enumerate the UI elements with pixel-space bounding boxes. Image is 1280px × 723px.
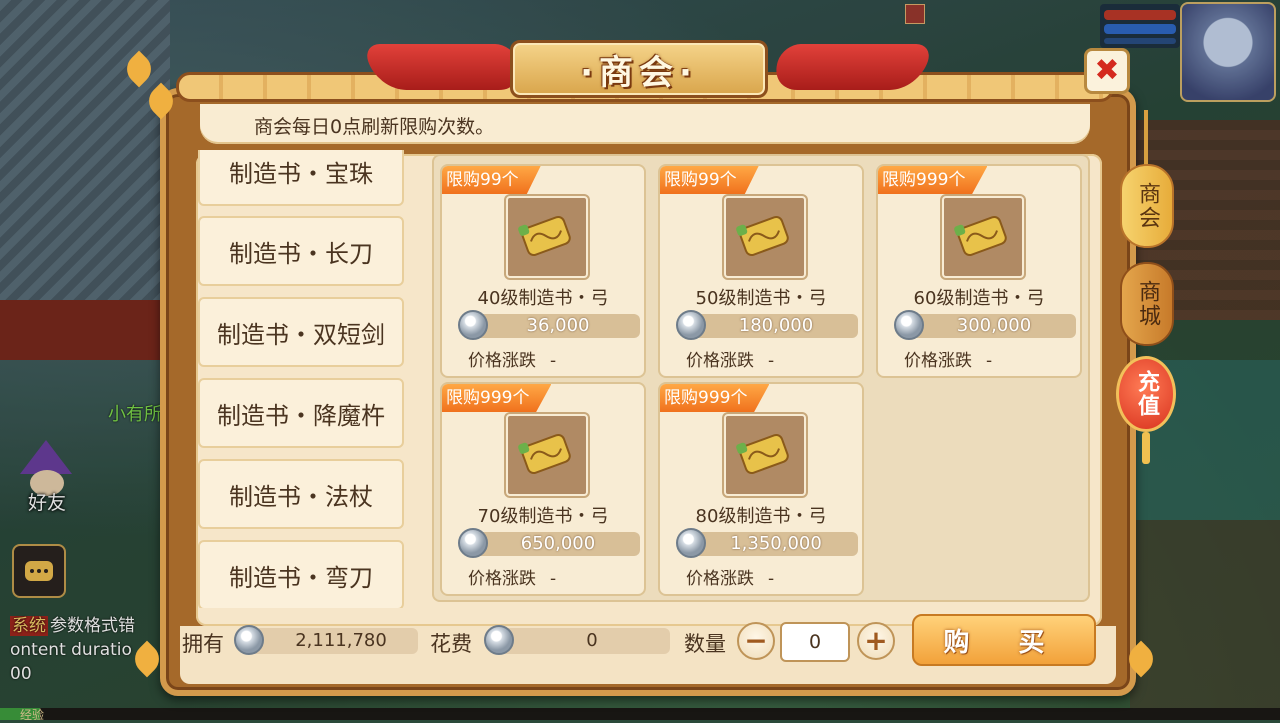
scroll-icon (954, 216, 1007, 256)
silver-coin-icon (458, 528, 488, 558)
item-price: 650,000 (520, 533, 596, 554)
increase-quantity-button[interactable]: + (857, 622, 895, 660)
shop-title-plaque: ·商会· (510, 40, 768, 98)
buy-button[interactable]: 购 买 (912, 614, 1096, 666)
category-item[interactable]: 制造书・长刀 (198, 216, 404, 286)
scroll-icon (736, 434, 789, 474)
goods-item[interactable]: 限购99个 40级制造书・弓 36,000 价格涨跌 - (440, 164, 646, 378)
goods-item[interactable]: 限购999个 80级制造书・弓 1,350,000 价格涨跌 - (658, 382, 864, 596)
close-icon: ✖ (1094, 53, 1120, 88)
item-price-bar: 1,350,000 (676, 528, 858, 558)
page-title: ·商会· (580, 52, 698, 93)
quantity-input[interactable]: 0 (780, 622, 850, 662)
item-price: 1,350,000 (730, 533, 822, 554)
limit-tag: 限购999个 (660, 384, 770, 412)
goods-item[interactable]: 限购999个 60级制造书・弓 300,000 价格涨跌 - (876, 164, 1082, 378)
item-price-bar: 180,000 (676, 310, 858, 340)
quantity-label: 数量 (684, 632, 726, 656)
cost-label: 花费 (430, 632, 472, 656)
owned-label: 拥有 (182, 632, 224, 656)
goods-grid: 限购99个 40级制造书・弓 36,000 价格涨跌 - 限购99个 50级制造书… (432, 154, 1090, 602)
scroll-icon (518, 434, 571, 474)
price-trend: 价格涨跌 - (468, 351, 557, 371)
decrease-quantity-button[interactable]: − (737, 622, 775, 660)
item-name: 50级制造书・弓 (695, 288, 827, 309)
owned-value: 2,111,780 (295, 630, 387, 651)
scroll-icon (736, 216, 789, 256)
item-icon-frame (724, 414, 806, 496)
silver-coin-icon (484, 625, 514, 655)
item-price-bar: 36,000 (458, 310, 640, 340)
item-icon-frame (506, 414, 588, 496)
item-price-bar: 650,000 (458, 528, 640, 558)
item-name: 70级制造书・弓 (477, 506, 609, 527)
item-price: 36,000 (526, 315, 590, 336)
tassel-decoration (1142, 432, 1150, 464)
ribbon-left-decoration (362, 44, 528, 90)
silver-coin-icon (458, 310, 488, 340)
limit-tag: 限购999个 (878, 166, 988, 194)
silver-coin-icon (234, 625, 264, 655)
goods-item[interactable]: 限购999个 70级制造书・弓 650,000 价格涨跌 - (440, 382, 646, 596)
tab-recharge[interactable]: 充值 (1116, 356, 1176, 432)
cost-bar: 0 (484, 625, 670, 655)
item-name: 60级制造书・弓 (913, 288, 1045, 309)
limit-tag: 限购999个 (442, 384, 552, 412)
plus-icon: + (864, 624, 888, 657)
price-trend: 价格涨跌 - (686, 569, 775, 589)
tab-shop[interactable]: 商会 (1120, 164, 1174, 248)
price-trend: 价格涨跌 - (904, 351, 993, 371)
category-item[interactable]: 制造书・弯刀 (198, 540, 404, 608)
goods-item[interactable]: 限购99个 50级制造书・弓 180,000 价格涨跌 - (658, 164, 864, 378)
silver-coin-icon (676, 310, 706, 340)
scroll-icon (518, 216, 571, 256)
price-trend: 价格涨跌 - (686, 351, 775, 371)
minus-icon: − (744, 624, 768, 657)
silver-coin-icon (676, 528, 706, 558)
category-list[interactable]: 制造书・宝珠 制造书・长刀 制造书・双短剑 制造书・降魔杵 制造书・法杖 制造书… (196, 150, 408, 608)
category-item[interactable]: 制造书・法杖 (198, 459, 404, 529)
category-item[interactable]: 制造书・降魔杵 (198, 378, 404, 448)
item-icon-frame (724, 196, 806, 278)
ribbon-right-decoration (768, 44, 934, 90)
item-name: 80级制造书・弓 (695, 506, 827, 527)
price-trend: 价格涨跌 - (468, 569, 557, 589)
refresh-notice: 商会每日0点刷新限购次数。 (254, 116, 495, 138)
silver-coin-icon (894, 310, 924, 340)
limit-tag: 限购99个 (442, 166, 541, 194)
category-item[interactable]: 制造书・双短剑 (198, 297, 404, 367)
tab-mall[interactable]: 商城 (1120, 262, 1174, 346)
item-price: 180,000 (738, 315, 814, 336)
item-price: 300,000 (956, 315, 1032, 336)
item-name: 40级制造书・弓 (477, 288, 609, 309)
item-icon-frame (506, 196, 588, 278)
tab-cord-decoration (1144, 110, 1148, 166)
cost-value: 0 (586, 630, 598, 651)
limit-tag: 限购99个 (660, 166, 759, 194)
item-price-bar: 300,000 (894, 310, 1076, 340)
item-icon-frame (942, 196, 1024, 278)
close-button[interactable]: ✖ (1084, 48, 1130, 94)
category-item[interactable]: 制造书・宝珠 (198, 150, 404, 206)
owned-bar: 2,111,780 (234, 625, 418, 655)
